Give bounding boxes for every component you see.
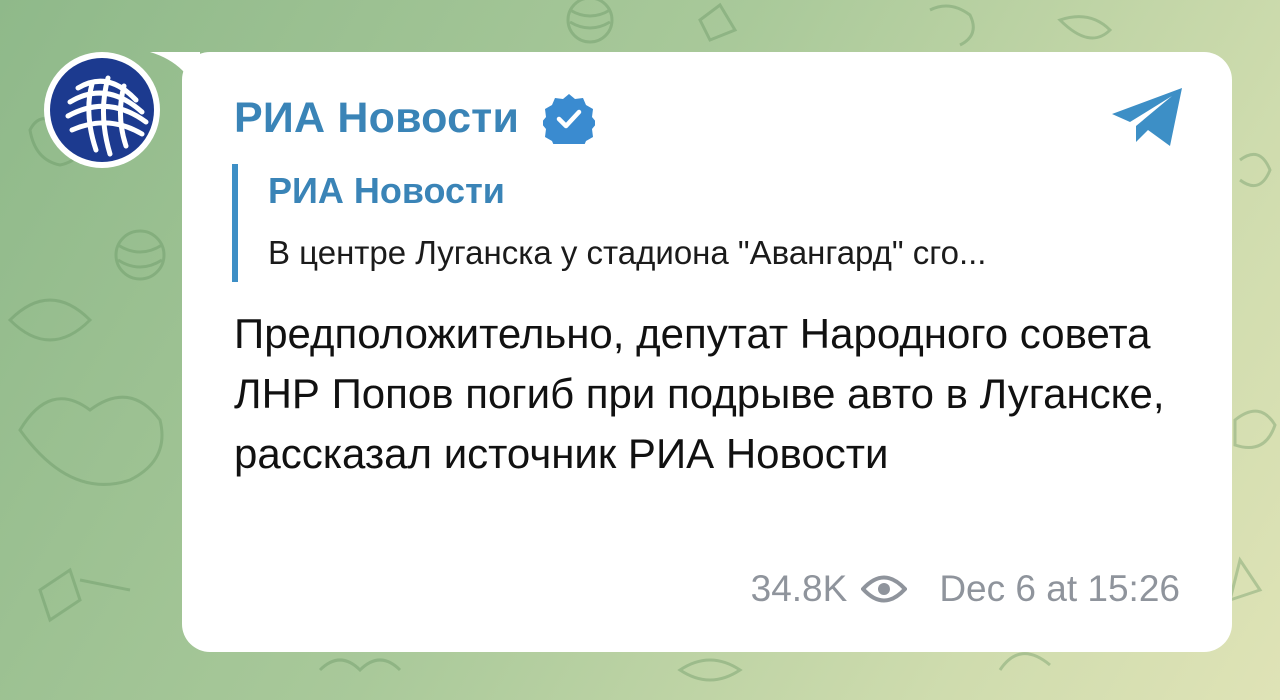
message-timestamp: Dec 6 at 15:26 bbox=[939, 568, 1180, 609]
message-text: Предположительно, депутат Народного сове… bbox=[234, 310, 1165, 477]
channel-name[interactable]: РИА Новости bbox=[234, 94, 519, 143]
quoted-message-text: В центре Луганска у стадиона "Авангард" … bbox=[268, 234, 987, 271]
verified-check-icon bbox=[543, 94, 596, 144]
quoted-message[interactable]: РИА Новости В центре Луганска у стадиона… bbox=[232, 164, 1182, 282]
message-bubble: РИА Новости РИА Новости В центре Луганск… bbox=[182, 52, 1232, 652]
telegram-plane-icon[interactable] bbox=[1110, 86, 1184, 148]
eye-icon bbox=[861, 575, 908, 603]
message-footer: 34.8K Dec 6 at 15:26 bbox=[751, 568, 1180, 610]
message-header: РИА Новости bbox=[234, 92, 596, 144]
channel-avatar[interactable] bbox=[44, 52, 160, 168]
views-count: 34.8K bbox=[750, 568, 848, 609]
quoted-message-author: РИА Новости bbox=[268, 170, 505, 211]
ria-logo-icon bbox=[50, 58, 154, 162]
